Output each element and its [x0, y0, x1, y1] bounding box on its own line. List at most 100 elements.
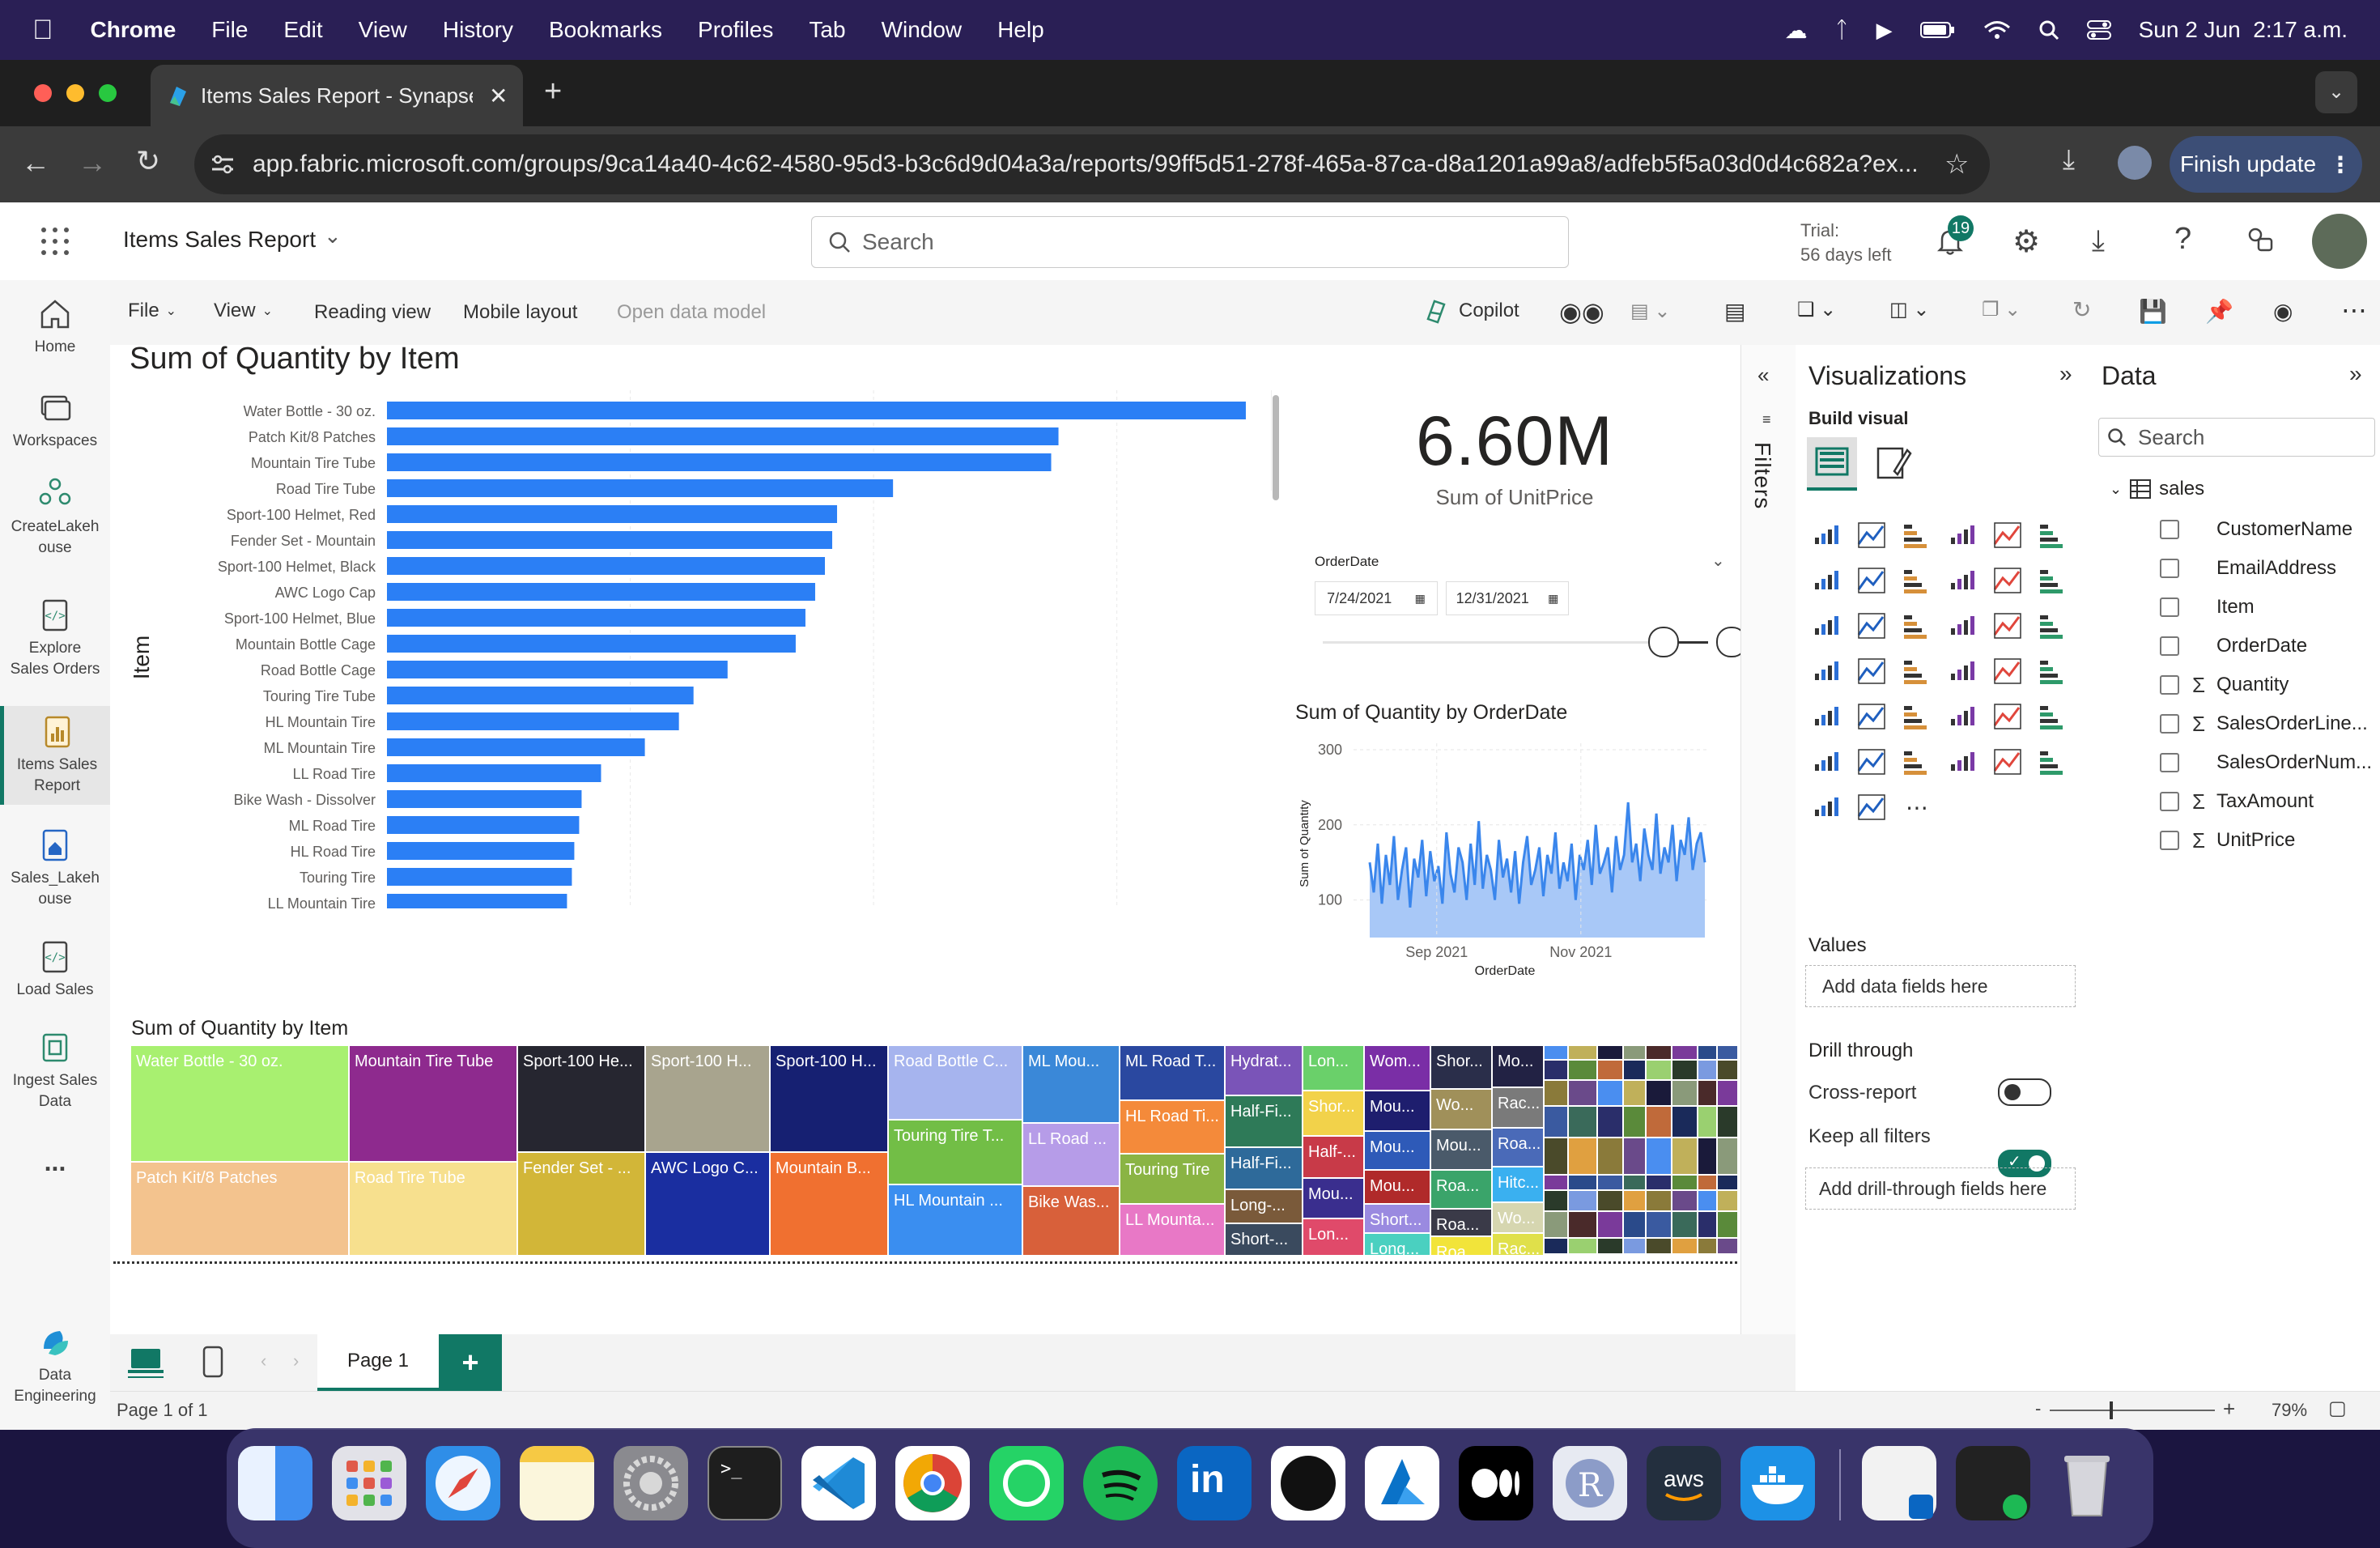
treemap-tile[interactable]: Patch Kit/8 Patches [131, 1163, 348, 1255]
menu-profiles[interactable]: Profiles [698, 17, 773, 43]
bookmark-star-icon[interactable]: ☆ [1944, 148, 1969, 181]
notes-app-icon[interactable] [520, 1446, 594, 1520]
treemap-tile[interactable]: Touring Tire T... [889, 1121, 1022, 1184]
treemap-tile[interactable] [1718, 1176, 1737, 1189]
treemap-tile[interactable] [1598, 1239, 1622, 1253]
treemap-tile[interactable] [1672, 1081, 1697, 1105]
treemap-tile[interactable] [1598, 1191, 1622, 1210]
treemap-tile[interactable] [1569, 1061, 1596, 1079]
treemap-tile[interactable]: Sport-100 H... [771, 1046, 887, 1151]
rail-home[interactable]: Home [0, 296, 110, 358]
treemap-tile[interactable] [1545, 1046, 1567, 1059]
treemap-tile[interactable] [1698, 1046, 1716, 1059]
treemap-tile[interactable] [1718, 1081, 1737, 1105]
bar[interactable] [387, 531, 833, 549]
rail-sales-lakehouse[interactable]: Sales_Lakeh ouse [0, 827, 110, 910]
treemap-tile[interactable] [1672, 1212, 1697, 1237]
treemap-tile[interactable]: Touring Tire [1120, 1155, 1224, 1203]
zoom-slider-track[interactable] [2050, 1410, 2215, 1411]
open-data-model-button[interactable]: Open data model [617, 301, 766, 324]
funnel-chart-icon[interactable] [1810, 610, 1842, 643]
ribbon-chart-icon[interactable] [1991, 565, 2024, 598]
treemap-tile[interactable]: HL Road Ti... [1120, 1101, 1224, 1153]
bar[interactable] [387, 609, 805, 627]
treemap-tile[interactable]: Road Tire Tube [350, 1163, 516, 1255]
rail-explore-sales-orders[interactable]: </> Explore Sales Orders [0, 598, 110, 680]
treemap-tile[interactable]: Mou... [1303, 1179, 1363, 1218]
treemap-tile[interactable] [1647, 1081, 1671, 1105]
teams-icon[interactable]: ◉ [2273, 298, 2293, 325]
treemap-tile[interactable]: Wo... [1493, 1203, 1543, 1232]
bar[interactable] [387, 402, 1246, 419]
treemap-tile[interactable]: ML Road T... [1120, 1046, 1224, 1099]
field-checkbox[interactable] [2160, 636, 2179, 656]
bar[interactable] [387, 842, 575, 860]
refresh-icon[interactable]: ↻ [2072, 296, 2091, 323]
pie-chart-icon[interactable] [1991, 610, 2024, 643]
comment-icon[interactable]: ▤ ⌄ [1630, 300, 1670, 323]
tab-close-icon[interactable]: ✕ [489, 83, 508, 109]
treemap-tile[interactable]: Half-... [1303, 1137, 1363, 1177]
qna-icon[interactable] [1855, 746, 1888, 779]
bar[interactable] [387, 687, 694, 704]
treemap-tile[interactable] [1647, 1212, 1671, 1237]
stacked-area-chart-icon[interactable] [1901, 565, 1933, 598]
zoom-in-icon[interactable]: + [2223, 1397, 2235, 1422]
page-tab-page1[interactable]: Page 1 [317, 1334, 439, 1391]
slicer-icon[interactable] [1901, 701, 1933, 734]
treemap-tile[interactable] [1647, 1061, 1671, 1079]
treemap-tile[interactable]: Lon... [1303, 1219, 1363, 1255]
bar[interactable] [387, 479, 894, 497]
treemap-tile[interactable] [1624, 1191, 1645, 1210]
rail-more-button[interactable]: ... [0, 1149, 110, 1175]
menu-window[interactable]: Window [882, 17, 963, 43]
treemap-tile[interactable]: Shor... [1431, 1046, 1491, 1088]
shapes-icon[interactable]: ❑ ⌄ [1797, 298, 1836, 321]
bar[interactable] [387, 427, 1059, 445]
finish-update-button[interactable]: Finish update ⋮ [2170, 136, 2362, 193]
settings-gear-icon[interactable]: ⚙ [2012, 223, 2040, 260]
text-box-icon[interactable]: ▤ [1724, 298, 1745, 325]
spotlight-search-icon[interactable] [2038, 19, 2059, 40]
bar[interactable] [387, 661, 728, 678]
treemap-tile[interactable]: Long-... [1226, 1190, 1302, 1223]
treemap-tile[interactable]: Short-... [1226, 1224, 1302, 1255]
stacked-column-chart-icon[interactable] [1855, 520, 1888, 552]
back-arrow-icon[interactable]: ← [21, 146, 50, 180]
treemap-tile[interactable] [1698, 1191, 1716, 1210]
bar[interactable] [387, 505, 838, 523]
address-bar[interactable]: app.fabric.microsoft.com/groups/9ca14a40… [194, 134, 1990, 194]
treemap-tile[interactable] [1569, 1081, 1596, 1105]
power-apps-icon[interactable] [2037, 746, 2069, 779]
profile-avatar[interactable] [2118, 146, 2152, 180]
site-info-icon[interactable] [210, 154, 235, 175]
field-row[interactable]: CustomerName [2160, 515, 2352, 544]
treemap-tile[interactable] [1698, 1081, 1716, 1105]
treemap-tile[interactable] [1569, 1138, 1596, 1174]
treemap-tile[interactable] [1672, 1239, 1697, 1253]
prev-page-arrow-icon[interactable]: ‹ [261, 1350, 266, 1372]
bar[interactable] [387, 712, 679, 730]
launchpad-app-icon[interactable] [332, 1446, 406, 1520]
menu-edit[interactable]: Edit [283, 17, 322, 43]
treemap-tile[interactable] [1545, 1138, 1567, 1174]
bar[interactable] [387, 635, 796, 653]
report-name-chevron-icon[interactable]: ⌄ [324, 223, 342, 249]
minimized-window-thumbnail-2[interactable] [1956, 1446, 2030, 1520]
treemap-tile[interactable] [1545, 1239, 1567, 1253]
window-minimize-button[interactable] [66, 84, 84, 102]
calendar-icon[interactable]: ▦ [1415, 592, 1426, 606]
treemap-tile[interactable] [1569, 1191, 1596, 1210]
save-icon[interactable]: 💾 [2139, 298, 2167, 325]
field-row[interactable]: EmailAddress [2160, 554, 2336, 583]
rail-load-sales[interactable]: </> Load Sales [0, 939, 110, 1001]
vscode-app-icon[interactable] [801, 1446, 876, 1520]
field-checkbox[interactable] [2160, 831, 2179, 850]
safari-app-icon[interactable] [426, 1446, 500, 1520]
data-search-input[interactable]: Search [2098, 418, 2375, 457]
minimized-window-thumbnail-1[interactable] [1862, 1446, 1936, 1520]
field-row[interactable]: Σ SalesOrderLine... [2160, 709, 2368, 738]
treemap-tile[interactable]: Wo... [1431, 1090, 1491, 1129]
line-chart-icon[interactable] [1810, 565, 1842, 598]
treemap-tile[interactable]: Sport-100 He... [518, 1046, 644, 1151]
